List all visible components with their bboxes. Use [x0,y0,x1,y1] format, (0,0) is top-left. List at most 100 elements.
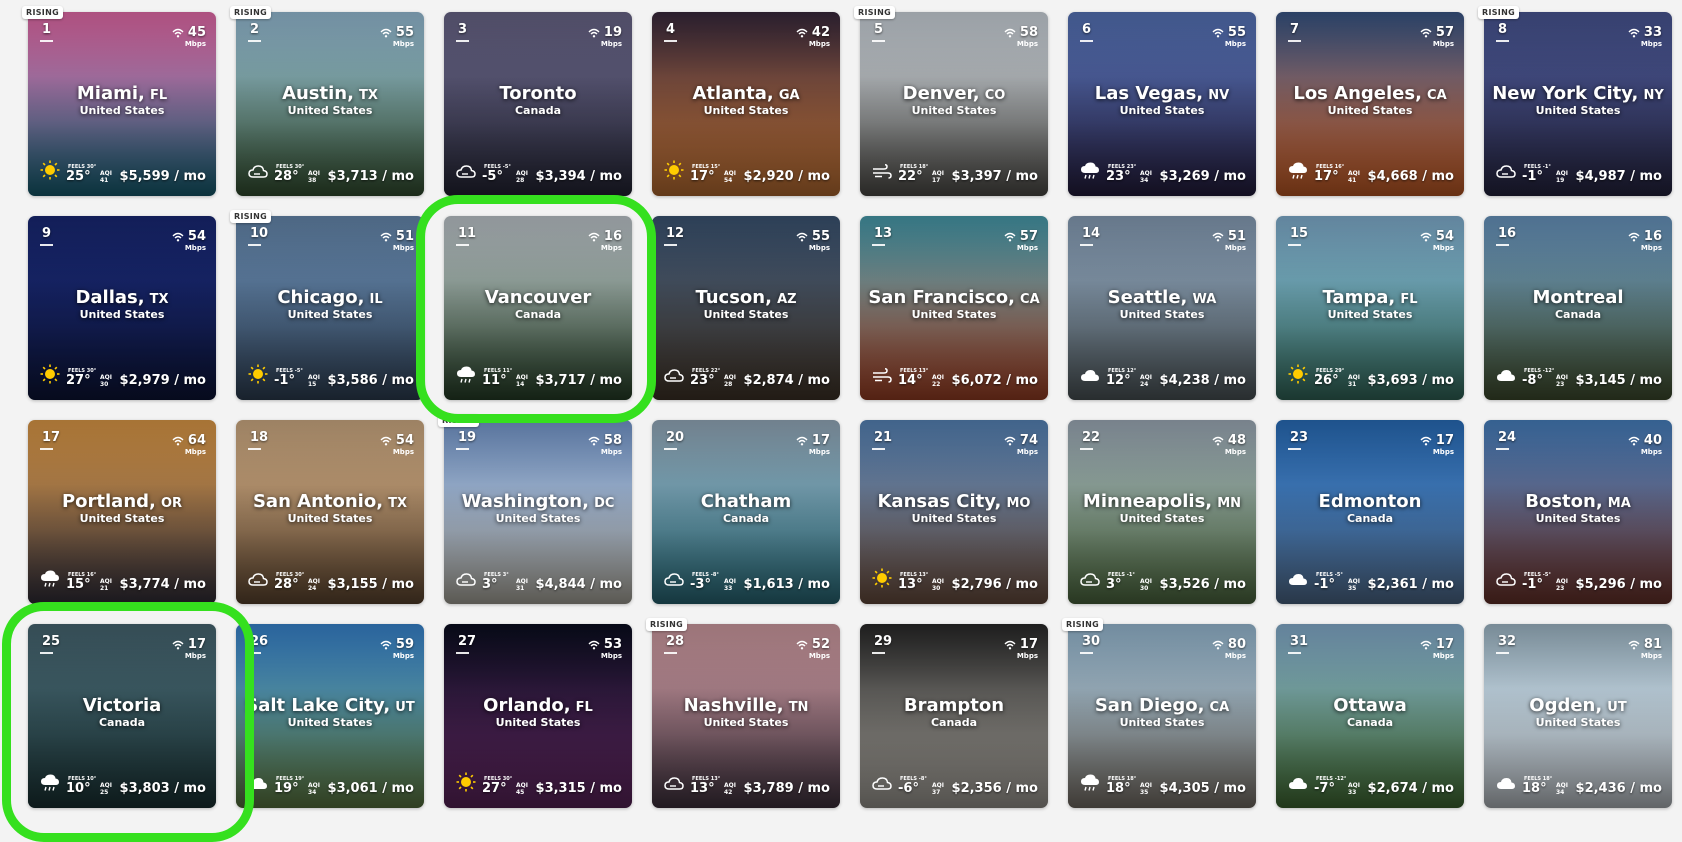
city-card[interactable]: 11 16 Mbps Vancouver Canada FEELS 11° 11° AQI 14… [444,216,632,400]
cloudy-icon [664,776,684,797]
internet-speed: 42 Mbps [796,22,830,48]
city-title: New York City, NY United States [1492,84,1664,118]
city-card[interactable]: 26 59 Mbps Salt Lake City, UT United States F… [236,624,424,808]
air-quality: AQI 24 [1140,374,1152,388]
state-code: CA [1427,88,1447,103]
price-value: $3,269 [1159,169,1210,184]
city-card[interactable]: 22 48 Mbps Minneapolis, MN United States FEEL… [1068,420,1256,604]
speed-value: 64 [187,433,206,448]
temperature: -1° [274,373,295,388]
wifi-icon [1420,23,1432,42]
speed-value: 19 [603,25,622,40]
city-card[interactable]: 15 54 Mbps Tampa, FL United States FEELS 29° 2… [1276,216,1464,400]
speed-value: 45 [187,25,206,40]
wifi-icon [1420,431,1432,450]
rising-badge: RISING [230,6,271,19]
city-card[interactable]: 20 17 Mbps Chatham Canada FEELS -8° -3° AQI 33 $1… [652,420,840,604]
air-quality: AQI 23 [1556,374,1568,388]
cost-of-living: $2,356 / mo [952,781,1038,796]
wifi-icon [1628,635,1640,654]
cost-of-living: $3,315 / mo [536,781,622,796]
rank-number: 11 [458,226,477,241]
city-card[interactable]: 27 53 Mbps Orlando, FL United States FEELS 30… [444,624,632,808]
city-card[interactable]: 3 19 Mbps Toronto Canada FEELS -5° -5° AQI 28 $3,… [444,12,632,196]
city-card[interactable]: 29 17 Mbps Brampton Canada FEELS -8° -6° AQI 37 $… [860,624,1048,808]
wifi-icon [1004,227,1016,246]
card-content: RISING 1 45 Mbps Miami, FL United States FEELS… [22,6,216,196]
price-value: $4,987 [1575,169,1626,184]
city-card[interactable]: 6 55 Mbps Las Vegas, NV United States FEELS 2… [1068,12,1256,196]
city-card[interactable]: 14 51 Mbps Seattle, WA United States FEELS 12… [1068,216,1256,400]
city-title: Miami, FL United States [36,84,208,118]
city-card[interactable]: 16 16 Mbps Montreal Canada FEELS -12° -8° AQI 23… [1484,216,1672,400]
city-card[interactable]: 17 64 Mbps Portland, OR United States FEELS 1… [28,420,216,604]
country-name: United States [79,512,165,525]
air-quality: AQI 31 [1348,374,1360,388]
state-code: AZ [777,292,797,307]
city-card[interactable]: RISING 19 58 Mbps Washington, DC United State… [438,414,632,604]
rank-underline [40,652,53,654]
city-name: Dallas, [75,287,145,308]
city-card[interactable]: RISING 10 51 Mbps Chicago, IL United States FE… [230,210,424,400]
wifi-icon [588,431,600,450]
rank-underline [1080,448,1093,450]
rain-icon [40,570,60,592]
city-card[interactable]: 32 81 Mbps Ogden, UT United States FEELS 18° 1… [1484,624,1672,808]
price-value: $4,238 [1159,373,1210,388]
sun-icon [872,568,892,592]
city-card[interactable]: 24 40 Mbps Boston, MA United States FEELS -5°… [1484,420,1672,604]
state-code: FL [575,700,593,715]
city-card[interactable]: 12 55 Mbps Tucson, AZ United States FEELS 22°… [652,216,840,400]
city-card[interactable]: RISING 8 33 Mbps New York City, NY United Sta… [1478,6,1672,196]
city-card[interactable]: 7 57 Mbps Los Angeles, CA United States FEELS… [1276,12,1464,196]
speed-value: 53 [603,637,622,652]
city-card[interactable]: 31 17 Mbps Ottawa Canada FEELS -12° -7° AQI 33 $2… [1276,624,1464,808]
internet-speed: 45 Mbps [172,22,206,48]
card-footer: FEELS 15° 17° AQI 54 $2,920 / mo [664,160,830,186]
city-card[interactable]: 23 17 Mbps Edmonton Canada FEELS -5° -1° AQI 35 $… [1276,420,1464,604]
cost-of-living: $4,305 / mo [1160,781,1246,796]
rank-number: 18 [250,430,269,445]
cost-of-living: $4,238 / mo [1160,373,1246,388]
internet-speed: 51 Mbps [380,226,414,252]
city-card[interactable]: 4 42 Mbps Atlanta, GA United States FEELS 15°… [652,12,840,196]
price-value: $2,361 [1367,577,1418,592]
city-card[interactable]: 25 17 Mbps Victoria Canada FEELS 10° 10° AQI 25 $… [28,624,216,808]
rank-underline [40,448,53,450]
country-name: United States [495,716,581,729]
city-card[interactable]: RISING 1 45 Mbps Miami, FL United States FEELS… [22,6,216,196]
country-name: Canada [1346,512,1394,525]
feels-like-value: -12° [1542,368,1555,374]
card-content: 14 51 Mbps Seattle, WA United States FEELS 12… [1068,216,1256,400]
card-content: 24 40 Mbps Boston, MA United States FEELS -5°… [1484,420,1672,604]
city-name: Ottawa [1333,695,1407,716]
city-name: Las Vegas, [1094,83,1204,104]
internet-speed: 52 Mbps [796,634,830,660]
city-card[interactable]: 18 54 Mbps San Antonio, TX United States FEEL… [236,420,424,604]
city-card[interactable]: RISING 28 52 Mbps Nashville, TN United States… [646,618,840,808]
speed-value: 58 [603,433,622,448]
city-card[interactable]: 9 54 Mbps Dallas, TX United States FEELS 30° 2… [28,216,216,400]
country-name: United States [1327,308,1413,321]
city-card[interactable]: 13 57 Mbps San Francisco, CA United States FE… [860,216,1048,400]
city-name: Seattle, [1107,287,1188,308]
city-title: San Francisco, CA United States [868,288,1040,322]
aqi-value: 15 [308,381,317,388]
price-suffix: / mo [382,169,414,184]
state-code: CA [1020,292,1040,307]
country-name: United States [1327,104,1413,117]
wifi-icon [588,227,600,246]
temperature: 10° [66,781,91,796]
city-card[interactable]: RISING 5 58 Mbps Denver, CO United States FEEL… [854,6,1048,196]
country-name: Canada [514,104,562,117]
air-quality: AQI 33 [724,578,736,592]
city-card[interactable]: 21 74 Mbps Kansas City, MO United States FEEL… [860,420,1048,604]
state-code: UT [395,700,415,715]
cloudy-icon [1496,572,1516,593]
rain-icon [1080,774,1100,796]
city-card[interactable]: RISING 30 80 Mbps San Diego, CA United States… [1062,618,1256,808]
aqi-value: 30 [932,585,941,592]
wifi-icon [588,23,600,42]
air-quality: AQI 30 [1140,578,1152,592]
city-card[interactable]: RISING 2 55 Mbps Austin, TX United States FEEL… [230,6,424,196]
